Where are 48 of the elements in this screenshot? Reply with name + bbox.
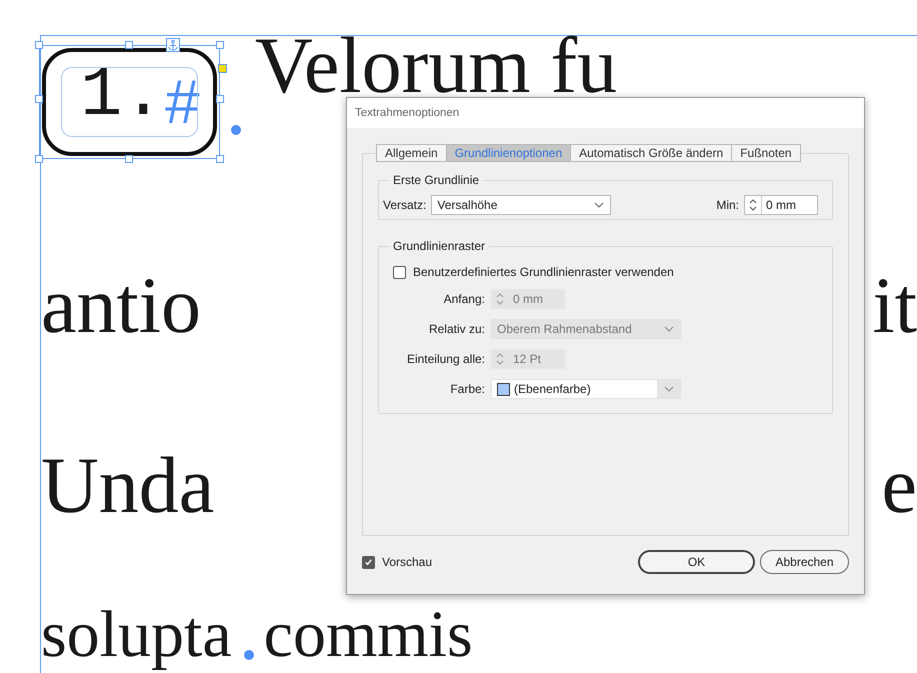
checkbox-label: Vorschau [382,555,432,569]
spinner-field[interactable]: 0 mm [744,195,818,215]
chevron-icon [594,202,604,208]
checkbox[interactable] [362,556,375,568]
checkbox-label: Benutzerdefiniertes Grundlinienraster verwenden [413,265,674,279]
selection-handle[interactable] [35,95,43,103]
field-label: Relativ zu: [428,322,486,336]
selection-handle[interactable] [125,155,133,163]
ok-button[interactable]: OK [638,550,755,574]
tab[interactable]: Automatisch Größe ändern [570,144,732,162]
body-text: solupta [41,598,232,672]
dropdown[interactable]: (Ebenenfarbe) [491,379,681,399]
anchor-icon[interactable] [166,38,180,52]
cancel-button[interactable]: Abbrechen [760,550,849,574]
selection-handle[interactable] [216,155,224,163]
selection-handle[interactable] [35,155,43,163]
dropdown[interactable]: Versalhöhe [431,195,612,215]
tab[interactable]: Allgemein [376,144,447,162]
anchored-frame[interactable]: 1.# [42,48,217,156]
group-legend: Erste Grundlinie [389,173,484,187]
check-icon [364,558,373,566]
frame-number: 1. [80,62,164,132]
selection-handle[interactable] [216,41,224,49]
body-text: Velorum fu [255,36,618,96]
body-text: Unda [41,441,214,532]
selection-handle[interactable] [125,41,133,49]
checkbox[interactable] [393,266,406,278]
selection-handle[interactable] [35,41,43,49]
space-dot [244,650,254,660]
overflow-handle[interactable] [218,64,227,73]
selection-handle[interactable] [216,95,224,103]
field-label: Min: [716,198,739,212]
field-label: Einteilung alle: [406,352,486,366]
body-text: it [872,261,917,352]
chevron-icon [664,386,674,392]
body-text: e [880,441,917,532]
anchor-dot [231,125,241,135]
dialog-title: Textrahmenoptionen [355,107,460,119]
group-legend: Grundlinienraster [389,239,490,253]
body-text: antio [41,261,201,352]
stepper-icon[interactable] [748,197,758,213]
chevron-icon [664,326,674,332]
field-label: Farbe: [449,382,486,396]
body-text: commis [264,598,473,672]
frame-marker: # [164,72,199,134]
field-label: Versatz: [383,198,426,212]
tab[interactable]: Fußnoten [731,144,801,162]
field-label: Anfang: [442,292,486,306]
